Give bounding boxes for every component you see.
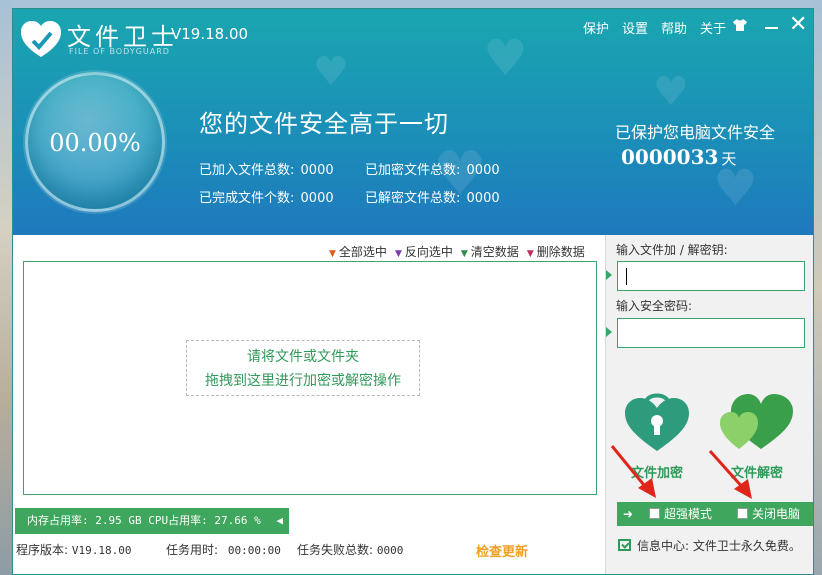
- mode-bar: ➜ 超强模式 关闭电脑: [617, 502, 813, 526]
- delete-data-button[interactable]: ▼ 删除数据: [527, 243, 585, 260]
- decor-heart-icon: ♥: [313, 49, 349, 95]
- menu-protect[interactable]: 保护: [583, 18, 609, 37]
- stat-value: 0000: [300, 191, 334, 206]
- status-fail-value: 0000: [376, 544, 404, 557]
- double-heart-icon: [720, 394, 793, 449]
- decor-heart-icon: ♥: [653, 69, 689, 115]
- clear-data-button[interactable]: ▼ 清空数据: [461, 243, 519, 260]
- stat-value: 0000: [466, 163, 500, 178]
- password-input[interactable]: [617, 318, 805, 348]
- drop-hint-line1: 请将文件或文件夹: [247, 349, 359, 365]
- status-version: 程序版本: V19.18.00: [16, 541, 131, 558]
- clear-data-label: 清空数据: [470, 245, 519, 259]
- invert-select-button[interactable]: ▼ 反向选中: [395, 243, 453, 260]
- menu-help[interactable]: 帮助: [661, 18, 687, 37]
- system-usage-text: 内存占用率: 2.95 GB CPU占用率: 27.66 %: [27, 514, 261, 527]
- check-update-link[interactable]: 检查更新: [476, 541, 528, 560]
- drop-hint: 请将文件或文件夹 拖拽到这里进行加密或解密操作: [186, 340, 420, 396]
- key-input[interactable]: [617, 261, 805, 291]
- top-menu: 保护 设置 帮助 关于: [583, 18, 726, 37]
- shirt-icon[interactable]: [732, 18, 748, 32]
- shutdown-toggle[interactable]: 关闭电脑: [737, 502, 800, 526]
- protect-label: 已保护您电脑文件安全: [615, 123, 776, 142]
- progress-value: 00.00%: [49, 129, 141, 157]
- arrow-down-icon: ▼: [526, 249, 534, 259]
- stat-value: 0000: [466, 191, 500, 206]
- super-mode-label: 超强模式: [664, 507, 713, 521]
- stat-label: 已加入文件总数:: [199, 163, 295, 178]
- collapse-arrow-icon[interactable]: ◀: [276, 508, 283, 534]
- status-version-value: V19.18.00: [71, 544, 132, 557]
- red-arrow-icon: [708, 449, 752, 499]
- info-center-text: 信息中心: 文件卫士永久免费。: [637, 539, 801, 553]
- status-fail-label: 任务失败总数:: [297, 543, 374, 557]
- key-label: 输入文件加 / 解密钥:: [616, 243, 728, 257]
- decor-heart-icon: ♥: [483, 29, 528, 87]
- stat-completed: 已完成文件个数: 0000: [199, 187, 334, 206]
- close-icon[interactable]: ✕: [789, 14, 807, 36]
- protect-days: 0000033 天: [621, 145, 736, 169]
- stat-added: 已加入文件总数: 0000: [199, 159, 334, 178]
- password-label: 输入安全密码:: [616, 299, 693, 313]
- app-subtitle: FILE OF BODYGUARD: [69, 47, 170, 56]
- text-caret: [626, 268, 627, 285]
- app-version: V19.18.00: [171, 25, 249, 43]
- arrow-down-icon: ▼: [394, 249, 402, 259]
- stat-label: 已加密文件总数:: [365, 163, 461, 178]
- status-version-label: 程序版本:: [16, 543, 69, 557]
- status-time-label: 任务用时:: [166, 543, 219, 557]
- stat-label: 已完成文件个数:: [199, 191, 295, 206]
- stat-decrypted: 已解密文件总数: 0000: [365, 187, 500, 206]
- arrow-down-icon: ▼: [329, 249, 336, 259]
- invert-select-label: 反向选中: [404, 245, 453, 259]
- right-panel: 输入文件加 / 解密钥: 输入安全密码: 文件加密 文件解密 ➜ 超强模式 关闭…: [605, 235, 813, 574]
- mode-arrow-icon: ➜: [623, 507, 634, 521]
- status-task-time: 任务用时: 00:00:00: [166, 541, 281, 558]
- stat-label: 已解密文件总数:: [365, 191, 461, 206]
- info-center: 信息中心: 文件卫士永久免费。: [618, 537, 801, 554]
- progress-circle: 00.00%: [25, 72, 165, 212]
- select-all-label: 全部选中: [338, 245, 387, 259]
- list-actions: ▼ 全部选中 ▼ 反向选中 ▼ 清空数据 ▼ 删除数据: [329, 243, 585, 260]
- slogan: 您的文件安全高于一切: [199, 110, 449, 138]
- shutdown-checkbox[interactable]: [737, 508, 748, 519]
- protect-days-unit: 天: [721, 150, 737, 168]
- menu-settings[interactable]: 设置: [622, 18, 648, 37]
- protect-days-value: 0000033: [621, 145, 719, 169]
- menu-about[interactable]: 关于: [700, 18, 726, 37]
- stat-value: 0000: [300, 163, 334, 178]
- shutdown-label: 关闭电脑: [752, 507, 801, 521]
- logo-icon: [21, 21, 61, 57]
- red-arrow-icon: [610, 445, 656, 498]
- minimize-icon[interactable]: [765, 27, 778, 29]
- desktop-background-left: [0, 0, 12, 575]
- app-window: ♥ ♥ ♥ ♥ ♥ 文件卫士 FILE OF BODYGUARD V19.18.…: [12, 8, 814, 575]
- check-box-icon: [618, 539, 631, 551]
- status-task-fail: 任务失败总数: 0000: [297, 541, 403, 558]
- pointer-tick-icon: [606, 270, 612, 280]
- header-panel: ♥ ♥ ♥ ♥ ♥ 文件卫士 FILE OF BODYGUARD V19.18.…: [13, 9, 813, 235]
- delete-data-label: 删除数据: [536, 245, 585, 259]
- system-usage-bar: 内存占用率: 2.95 GB CPU占用率: 27.66 % ◀: [15, 508, 289, 534]
- stat-encrypted: 已加密文件总数: 0000: [365, 159, 500, 178]
- super-mode-checkbox[interactable]: [649, 508, 660, 519]
- super-mode-toggle[interactable]: 超强模式: [649, 502, 712, 526]
- drop-hint-line2: 拖拽到这里进行加密或解密操作: [205, 373, 401, 389]
- main-panel: ▼ 全部选中 ▼ 反向选中 ▼ 清空数据 ▼ 删除数据 请将文件或文件夹 拖拽到这里进行…: [13, 235, 813, 574]
- status-time-value: 00:00:00: [227, 544, 281, 557]
- select-all-button[interactable]: ▼ 全部选中: [329, 243, 387, 260]
- file-drop-zone[interactable]: 请将文件或文件夹 拖拽到这里进行加密或解密操作: [23, 261, 597, 495]
- pointer-tick-icon: [606, 327, 612, 337]
- arrow-down-icon: ▼: [460, 249, 468, 259]
